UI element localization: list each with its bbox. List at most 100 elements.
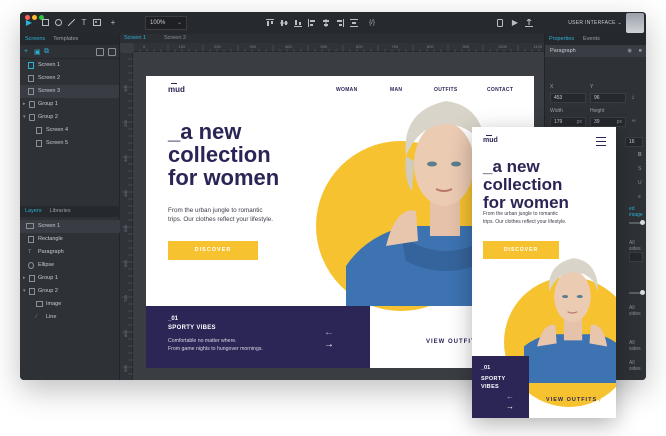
y-input[interactable]: 96 — [590, 93, 626, 103]
select-tool-icon[interactable]: ▶ — [25, 19, 33, 27]
headline: _a new collection for women — [483, 158, 569, 212]
ruler-tick-label: 600 — [356, 44, 363, 49]
eye-icon[interactable]: ◉ — [627, 45, 632, 57]
screen-icon — [26, 223, 34, 229]
mobile-artboard[interactable]: mud _a new collection for women From the… — [472, 127, 616, 418]
logo-text: mud — [168, 85, 185, 94]
chevron-right-icon[interactable]: ▸ — [23, 98, 26, 111]
align-right-icon[interactable] — [336, 19, 344, 27]
distribute-vertical-icon[interactable] — [350, 19, 358, 27]
lock-icon[interactable]: ■ — [639, 45, 642, 57]
promo-text: Comfortable no matter where. From game n… — [168, 338, 263, 354]
avatar[interactable] — [626, 13, 644, 33]
tab-libraries[interactable]: Libraries — [45, 206, 74, 217]
chevron-right-icon[interactable]: › — [598, 394, 601, 404]
add-screen-icon[interactable]: + — [24, 48, 28, 55]
layer-item[interactable]: T Paragraph — [20, 246, 120, 259]
add-tool-icon[interactable]: + — [109, 19, 117, 27]
line-tool-icon[interactable] — [67, 18, 75, 27]
arrow-left-icon[interactable]: ← — [506, 392, 514, 402]
layer-item[interactable]: Ellipse — [20, 259, 120, 272]
strikethrough-icon[interactable]: S — [638, 166, 641, 172]
text-tool-icon[interactable]: T — [80, 19, 88, 27]
bold-icon[interactable]: B — [638, 152, 642, 158]
width-input[interactable]: 179 px — [550, 117, 586, 127]
x-input[interactable]: 453 — [550, 93, 586, 103]
view-outfits-link[interactable]: VIEW OUTFITS — [546, 397, 597, 403]
save-screen-icon[interactable]: ▣ — [34, 48, 41, 56]
chevron-down-icon[interactable]: ▾ — [23, 111, 26, 124]
ruler-tick-label: 900 — [462, 44, 470, 49]
pin-icon[interactable]: ⤓ — [632, 94, 634, 100]
discover-button[interactable]: DISCOVER — [168, 241, 258, 260]
layer-item[interactable]: ▸ Group 1 — [20, 272, 120, 285]
ruler-tick-label: 100 — [178, 44, 186, 49]
font-size-input[interactable]: 16 — [625, 137, 643, 147]
ruler-tick-label: 800 — [123, 330, 128, 337]
underline-icon[interactable]: U — [638, 180, 642, 186]
tab-events[interactable]: Events — [583, 36, 600, 42]
arrow-right-icon[interactable]: → — [506, 402, 514, 412]
opacity-slider[interactable] — [629, 220, 645, 225]
link-icon[interactable]: ∞ — [632, 118, 636, 124]
promo-title: SPORTY VIBES — [481, 375, 505, 392]
tab-screens[interactable]: Screens — [20, 34, 48, 45]
screen-item[interactable]: Screen 1 — [20, 59, 119, 72]
screen-item[interactable]: Screen 3 — [20, 85, 119, 98]
chevron-down-icon[interactable]: ▾ — [23, 285, 26, 298]
screen-item[interactable]: Screen 4 — [20, 124, 119, 137]
layer-item[interactable]: ▾ Group 2 — [20, 285, 120, 298]
mode-select[interactable]: USER INTERFACE ⌄ — [568, 16, 622, 30]
tab-templates[interactable]: Templates — [48, 34, 81, 45]
image-tool-icon[interactable] — [93, 19, 101, 27]
share-icon[interactable] — [525, 18, 533, 27]
arrow-left-icon[interactable]: ← — [324, 328, 334, 338]
tab-properties[interactable]: Properties — [549, 36, 574, 42]
ruler-tick-label: 300 — [123, 155, 128, 162]
ruler-tick-label: 400 — [285, 44, 292, 49]
group-item[interactable]: ▸ Group 1 — [20, 98, 119, 111]
screen-icon — [28, 62, 34, 69]
hamburger-menu-icon[interactable] — [596, 137, 606, 149]
ellipse-tool-icon[interactable] — [54, 19, 62, 27]
tab-layers[interactable]: Layers — [20, 206, 45, 217]
layer-item[interactable]: Rectangle — [20, 233, 120, 246]
layer-item[interactable]: Screen 1 — [20, 220, 120, 233]
layer-label: Group 2 — [38, 288, 58, 294]
grid-view-icon[interactable] — [108, 48, 116, 56]
promo-box: _01 SPORTY VIBES ← → — [472, 356, 529, 418]
layer-item[interactable]: ∕ Line — [20, 311, 120, 324]
code-icon[interactable]: {/} — [366, 19, 378, 27]
stepper-input[interactable] — [629, 252, 643, 262]
align-left-icon[interactable] — [308, 19, 316, 27]
align-center-icon[interactable] — [322, 19, 330, 27]
tab-screen-1[interactable]: Screen 1 — [124, 35, 146, 41]
link-text[interactable]: ed image — [629, 206, 646, 218]
promo-box: _01 SPORTY VIBES Comfortable no matter w… — [146, 306, 370, 368]
ruler-tick-label: 400 — [123, 190, 128, 197]
group-label: Group 1 — [38, 101, 58, 107]
tab-screen-2[interactable]: Screen 2 — [164, 35, 186, 41]
list-view-icon[interactable] — [96, 48, 104, 56]
arrow-right-icon[interactable]: → — [324, 340, 334, 350]
left-panel: Screens Templates + ▣ ⧉ Screen 1 Screen … — [20, 34, 120, 380]
align-top-icon[interactable] — [266, 19, 274, 27]
all-sides-label: All sides — [629, 240, 641, 252]
layer-item[interactable]: Image — [20, 298, 120, 311]
chevron-right-icon[interactable]: ▸ — [23, 272, 26, 285]
screen-icon — [36, 127, 42, 134]
copy-screen-icon[interactable]: ⧉ — [44, 48, 49, 56]
radius-slider[interactable] — [629, 290, 645, 295]
mobile-preview-icon[interactable] — [496, 19, 504, 27]
play-icon[interactable]: ▶ — [511, 19, 519, 27]
group-item[interactable]: ▾ Group 2 — [20, 111, 119, 124]
screen-item[interactable]: Screen 5 — [20, 137, 119, 150]
align-middle-icon[interactable] — [280, 19, 288, 27]
align-bottom-icon[interactable] — [294, 19, 302, 27]
zoom-select[interactable]: 100% ⌄ — [145, 16, 187, 30]
height-input[interactable]: 39 px — [590, 117, 626, 127]
rectangle-tool-icon[interactable] — [41, 19, 49, 27]
subtext-line: trips. Our clothes reflect your lifestyl… — [168, 216, 273, 224]
text-align-icon[interactable]: ≡ — [638, 194, 641, 200]
screen-item[interactable]: Screen 2 — [20, 72, 119, 85]
